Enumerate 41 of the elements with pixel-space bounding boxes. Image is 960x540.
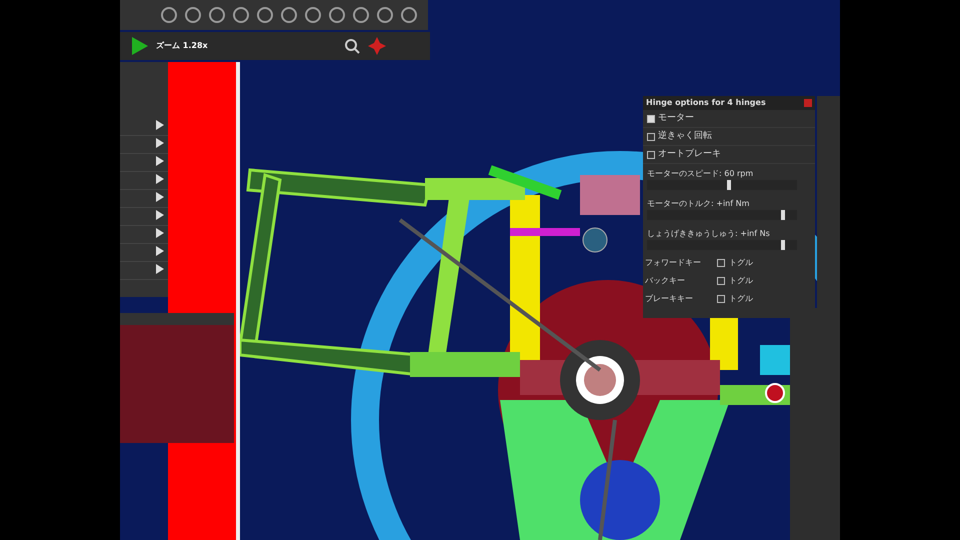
slider-label: モーターのスピード: 60 rpm xyxy=(647,168,754,180)
option-label: モーター xyxy=(658,112,694,125)
slider-track[interactable] xyxy=(647,180,797,190)
checkbox[interactable] xyxy=(647,132,655,140)
tool-icon[interactable] xyxy=(376,6,394,24)
key-label: フォワードキー xyxy=(645,257,702,269)
tool-icon[interactable] xyxy=(232,6,250,24)
toggle-label: トグル xyxy=(729,275,753,287)
slider-label: しょうげききゅうしゅう: +inf Ns xyxy=(647,228,771,240)
option-label: 逆きゃく回転 xyxy=(658,130,712,143)
tool-icon[interactable] xyxy=(352,6,370,24)
key-label: バックキー xyxy=(645,275,686,287)
move-icon[interactable] xyxy=(368,37,386,55)
window-title: Hinge options for 4 hinges xyxy=(646,97,766,109)
tool-icon[interactable] xyxy=(328,6,346,24)
zoom-label: ズーム 1.28x xyxy=(156,40,208,52)
tool-icon[interactable] xyxy=(160,6,178,24)
toggle-label: トグル xyxy=(729,293,753,305)
simulation-canvas[interactable]: ズーム 1.28x Hinge options for 4 hinges モーター 逆きゃく回転 オートブレーキ モーターのスピード: 60 rpm モーターのトルク: +inf Nm しょうげききゅうしゅう: +inf Ns フォワードキー トグル バックキー トグル ブレーキキー トグル xyxy=(120,0,840,540)
slider-thumb[interactable] xyxy=(727,180,732,190)
zoom-icon[interactable] xyxy=(344,38,360,54)
slider-thumb[interactable] xyxy=(781,240,786,250)
toggle-label: トグル xyxy=(729,257,753,269)
checkbox[interactable] xyxy=(717,277,725,285)
slider-track[interactable] xyxy=(647,210,797,220)
checkbox[interactable] xyxy=(647,114,655,122)
slider-thumb[interactable] xyxy=(781,210,786,220)
tool-icon[interactable] xyxy=(184,6,202,24)
slider-label: モーターのトルク: +inf Nm xyxy=(647,198,750,210)
tool-icon[interactable] xyxy=(400,6,418,24)
key-label: ブレーキキー xyxy=(645,293,694,305)
tool-icon[interactable] xyxy=(304,6,322,24)
tool-icon[interactable] xyxy=(280,6,298,24)
slider-track[interactable] xyxy=(647,240,797,250)
tool-icon[interactable] xyxy=(256,6,274,24)
tool-icon[interactable] xyxy=(208,6,226,24)
play-icon[interactable] xyxy=(132,37,148,55)
checkbox[interactable] xyxy=(647,150,655,158)
checkbox[interactable] xyxy=(717,295,725,303)
checkbox[interactable] xyxy=(717,259,725,267)
option-label: オートブレーキ xyxy=(658,148,721,161)
